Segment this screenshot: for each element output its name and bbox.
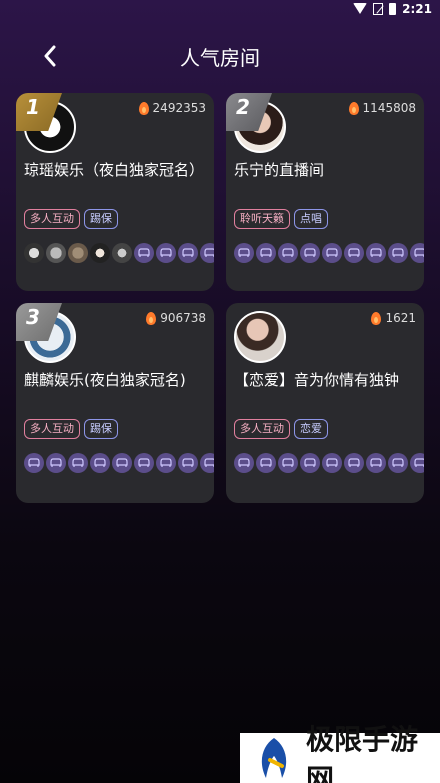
watermark-logo-icon bbox=[252, 736, 296, 780]
empty-seat-icon bbox=[90, 453, 110, 473]
empty-seat-icon bbox=[410, 453, 424, 473]
status-time: 2:21 bbox=[402, 2, 432, 16]
seat-avatar bbox=[68, 243, 88, 263]
status-bar: 2:21 bbox=[0, 0, 440, 20]
empty-seat-icon bbox=[322, 453, 342, 473]
signal-icon bbox=[373, 3, 384, 15]
room-name: 琼瑶娱乐（夜白独家冠名） bbox=[24, 161, 205, 179]
heat-count: 2492353 bbox=[138, 101, 206, 115]
empty-seat-icon bbox=[134, 453, 154, 473]
tag: 多人互动 bbox=[234, 419, 290, 439]
tag: 多人互动 bbox=[24, 419, 80, 439]
empty-seat-icon bbox=[156, 453, 176, 473]
room-tags: 多人互动 踢保 bbox=[24, 209, 118, 229]
seat-avatar bbox=[90, 243, 110, 263]
empty-seat-icon bbox=[300, 453, 320, 473]
mic-seats bbox=[24, 243, 214, 263]
watermark-text: 极限手游网 bbox=[306, 723, 419, 783]
flame-icon bbox=[138, 101, 149, 115]
empty-seat-icon bbox=[278, 243, 298, 263]
mic-seats bbox=[234, 453, 424, 473]
page-header: 人气房间 bbox=[0, 36, 440, 76]
battery-icon bbox=[389, 3, 397, 15]
mic-seats bbox=[24, 453, 214, 473]
seat-avatar bbox=[46, 243, 66, 263]
page-title: 人气房间 bbox=[180, 46, 260, 70]
room-avatar bbox=[234, 311, 286, 363]
empty-seat-icon bbox=[366, 453, 386, 473]
seat-avatar bbox=[24, 243, 44, 263]
room-name: 【恋爱】音为你情有独钟 bbox=[234, 371, 400, 389]
room-name: 麒麟娱乐(夜白独家冠名) bbox=[24, 371, 186, 389]
tag: 多人互动 bbox=[24, 209, 80, 229]
empty-seat-icon bbox=[278, 453, 298, 473]
seat-avatar bbox=[112, 243, 132, 263]
flame-icon bbox=[371, 311, 382, 325]
room-card[interactable]: 1 2492353 琼瑶娱乐（夜白独家冠名） 多人互动 踢保 bbox=[16, 93, 214, 291]
empty-seat-icon bbox=[178, 243, 198, 263]
flame-icon bbox=[146, 311, 157, 325]
empty-seat-icon bbox=[68, 453, 88, 473]
tag: 踢保 bbox=[84, 419, 118, 439]
empty-seat-icon bbox=[366, 243, 386, 263]
room-name: 乐宁的直播间 bbox=[234, 161, 325, 179]
tag: 踢保 bbox=[84, 209, 118, 229]
tag: 聆听天籁 bbox=[234, 209, 290, 229]
empty-seat-icon bbox=[156, 243, 176, 263]
heat-count: 1145808 bbox=[348, 101, 416, 115]
empty-seat-icon bbox=[112, 453, 132, 473]
room-tags: 多人互动 恋爱 bbox=[234, 419, 328, 439]
empty-seat-icon bbox=[344, 453, 364, 473]
empty-seat-icon bbox=[234, 243, 254, 263]
empty-seat-icon bbox=[300, 243, 320, 263]
room-card[interactable]: 2 1145808 乐宁的直播间 聆听天籁 点唱 bbox=[226, 93, 424, 291]
empty-seat-icon bbox=[46, 453, 66, 473]
empty-seat-icon bbox=[344, 243, 364, 263]
empty-seat-icon bbox=[256, 243, 276, 263]
empty-seat-icon bbox=[200, 243, 214, 263]
empty-seat-icon bbox=[322, 243, 342, 263]
tag: 恋爱 bbox=[294, 419, 328, 439]
empty-seat-icon bbox=[234, 453, 254, 473]
watermark: 极限手游网 bbox=[240, 723, 440, 783]
empty-seat-icon bbox=[256, 453, 276, 473]
empty-seat-icon bbox=[410, 243, 424, 263]
empty-seat-icon bbox=[200, 453, 214, 473]
tag: 点唱 bbox=[294, 209, 328, 229]
room-card[interactable]: 3 906738 麒麟娱乐(夜白独家冠名) 多人互动 踢保 bbox=[16, 303, 214, 503]
heat-count: 1621 bbox=[371, 311, 416, 325]
mic-seats bbox=[234, 243, 424, 263]
room-tags: 聆听天籁 点唱 bbox=[234, 209, 328, 229]
empty-seat-icon bbox=[178, 453, 198, 473]
heat-count: 906738 bbox=[146, 311, 206, 325]
room-tags: 多人互动 踢保 bbox=[24, 419, 118, 439]
wifi-icon bbox=[353, 3, 368, 15]
empty-seat-icon bbox=[134, 243, 154, 263]
flame-icon bbox=[348, 101, 359, 115]
empty-seat-icon bbox=[24, 453, 44, 473]
empty-seat-icon bbox=[388, 243, 408, 263]
empty-seat-icon bbox=[388, 453, 408, 473]
room-card[interactable]: 1621 【恋爱】音为你情有独钟 多人互动 恋爱 bbox=[226, 303, 424, 503]
